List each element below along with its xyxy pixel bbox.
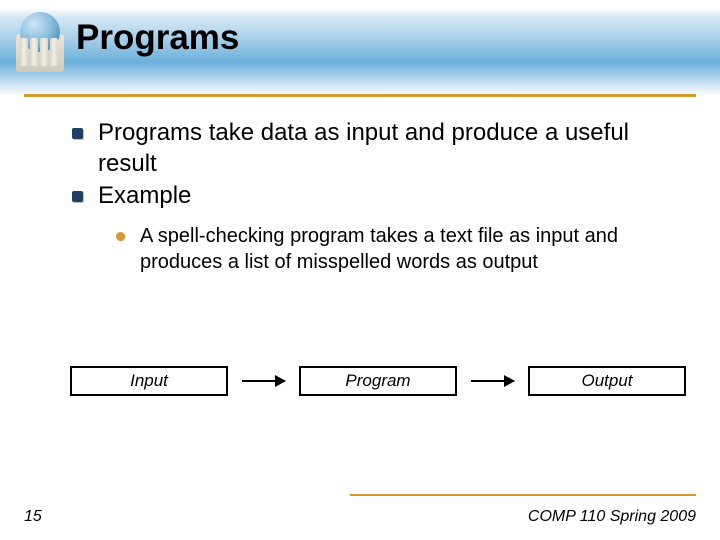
arrow-icon: [242, 380, 285, 382]
content-area: Programs take data as input and produce …: [70, 118, 680, 277]
bullet-level1: Programs take data as input and produce …: [70, 118, 680, 179]
bullet-level1: Example A spell-checking program takes a…: [70, 181, 680, 275]
flow-box-program: Program: [299, 366, 457, 396]
flow-box-input: Input: [70, 366, 228, 396]
bullet-level2: A spell-checking program takes a text fi…: [116, 224, 680, 275]
title-rule: [24, 94, 696, 97]
footer-course: COMP 110 Spring 2009: [528, 508, 696, 526]
arrow-icon: [471, 380, 514, 382]
bullet-label: Example: [98, 182, 191, 209]
flow-box-output: Output: [528, 366, 686, 396]
slide-title: Programs: [76, 18, 239, 58]
slide-number: 15: [24, 508, 42, 526]
footer-rule: [350, 494, 696, 496]
flow-diagram: Input Program Output: [70, 364, 686, 398]
unc-well-logo: [12, 12, 68, 74]
